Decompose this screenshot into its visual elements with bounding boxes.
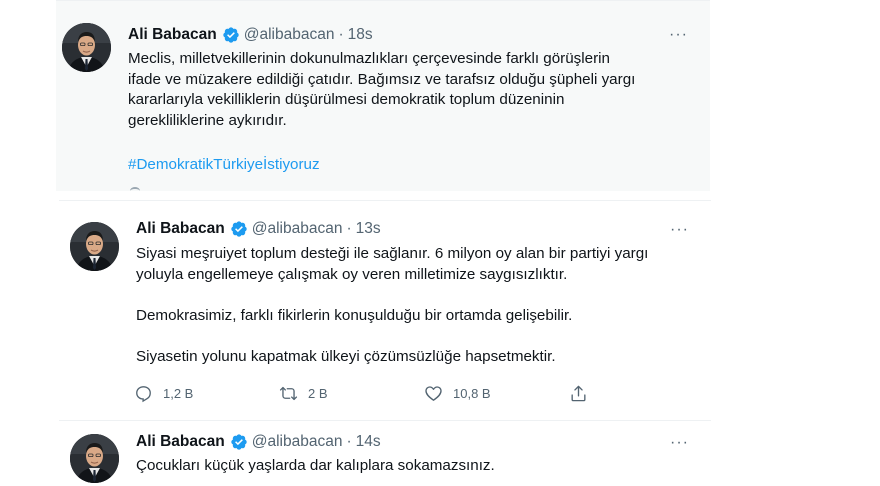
verified-badge-icon bbox=[222, 26, 240, 44]
tweet-card-2[interactable]: Ali Babacan @alibabacan · 13s ··· Siyasi… bbox=[59, 200, 711, 418]
profile-photo bbox=[62, 23, 111, 72]
timestamp[interactable]: 14s bbox=[356, 432, 381, 452]
tweet-header: Ali Babacan @alibabacan · 18s bbox=[128, 25, 373, 45]
author-name[interactable]: Ali Babacan bbox=[136, 432, 225, 452]
tweet-header: Ali Babacan @alibabacan · 14s bbox=[136, 432, 381, 452]
tweet-line: Siyasetin yolunu kapatmak ülkeyi çözümsü… bbox=[136, 348, 556, 365]
timestamp[interactable]: 13s bbox=[356, 219, 381, 239]
profile-photo bbox=[70, 434, 119, 483]
tweet-card-3[interactable]: Ali Babacan @alibabacan · 14s ··· Çocukl… bbox=[59, 420, 711, 486]
author-handle[interactable]: @alibabacan bbox=[252, 432, 343, 452]
reply-icon bbox=[136, 386, 151, 403]
tweet-line: Demokrasimiz, farklı fikirlerin konuşuld… bbox=[136, 307, 573, 324]
avatar[interactable] bbox=[62, 23, 111, 72]
share-button[interactable] bbox=[569, 384, 598, 403]
more-options-icon[interactable]: ··· bbox=[670, 434, 689, 452]
separator-dot: · bbox=[338, 26, 344, 43]
tweet-card-1[interactable]: Ali Babacan @alibabacan · 18s ··· Meclis… bbox=[56, 0, 710, 191]
separator-dot: · bbox=[346, 220, 352, 237]
tweet-line: Siyasi meşruiyet toplum desteği ile sağl… bbox=[136, 245, 649, 262]
like-count: 10,8 B bbox=[453, 386, 491, 401]
separator-dot: · bbox=[346, 433, 352, 450]
retweet-button[interactable]: 2 B bbox=[279, 384, 424, 403]
tweet-line: gerekliliklerine aykırıdır. bbox=[128, 111, 287, 129]
more-options-icon[interactable]: ··· bbox=[669, 26, 688, 44]
reply-button[interactable]: 1,2 B bbox=[134, 384, 279, 403]
more-options-icon[interactable]: ··· bbox=[670, 221, 689, 239]
avatar[interactable] bbox=[70, 434, 119, 483]
tweet-line: ifade ve müzakere edildiği çatıdır. Bağı… bbox=[128, 70, 636, 88]
author-handle[interactable]: @alibabacan bbox=[252, 219, 343, 239]
reply-count: 1,2 B bbox=[163, 386, 194, 401]
tweet-line: Meclis, milletvekillerinin dokunulmazlık… bbox=[128, 50, 610, 67]
tweet-line: Çocukları küçük yaşlarda dar kalıplara s… bbox=[136, 457, 495, 474]
tweet-header: Ali Babacan @alibabacan · 13s bbox=[136, 219, 381, 239]
author-name[interactable]: Ali Babacan bbox=[128, 25, 217, 45]
avatar[interactable] bbox=[70, 222, 119, 271]
retweet-icon bbox=[279, 386, 298, 401]
tweet-actions: 1,2 B 2 B 10,8 B bbox=[134, 384, 694, 403]
verified-badge-icon bbox=[230, 220, 248, 238]
verified-badge-icon bbox=[230, 433, 248, 451]
heart-icon bbox=[425, 386, 442, 401]
retweet-count: 2 B bbox=[308, 386, 328, 401]
author-handle[interactable]: @alibabacan bbox=[244, 25, 335, 45]
like-button[interactable]: 10,8 B bbox=[424, 384, 569, 403]
tweet-text: Meclis, milletvekillerinin dokunulmazlık… bbox=[128, 49, 635, 131]
timestamp[interactable]: 18s bbox=[348, 25, 373, 45]
reply-icon[interactable] bbox=[130, 187, 140, 191]
share-icon bbox=[571, 385, 586, 402]
profile-photo bbox=[70, 222, 119, 271]
tweet-line: yoluyla engellemeye çalışmak oy veren mi… bbox=[136, 266, 568, 283]
tweet-line: kararlarıyla vekilliklerin düşürülmesi d… bbox=[128, 91, 565, 108]
hashtag-link[interactable]: #DemokratikTürkiyeİstiyoruz bbox=[128, 155, 320, 176]
author-name[interactable]: Ali Babacan bbox=[136, 219, 225, 239]
